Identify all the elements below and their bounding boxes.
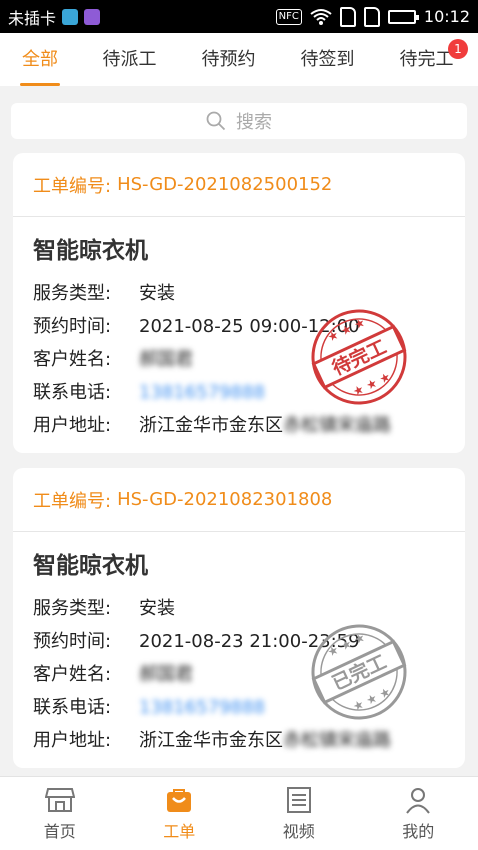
- status-stamp-completed: 已完工 ★ ★ ★ ★ ★ ★: [311, 624, 407, 720]
- tab-pending-dispatch[interactable]: 待派工: [80, 33, 179, 86]
- address-row: 用户地址: 浙江金华市金东区赤松镇宋庙路: [33, 730, 391, 751]
- clock: 10:12: [423, 7, 470, 26]
- tab-pending-appointment[interactable]: 待预约: [179, 33, 278, 86]
- service-type-row: 服务类型: 安装: [33, 598, 175, 619]
- app-notification-icon: [84, 8, 101, 25]
- service-type-row: 服务类型: 安装: [33, 283, 175, 304]
- nfc-icon: NFC: [275, 8, 302, 25]
- bottom-navigation: 首页 工单 视频 我的: [0, 776, 478, 850]
- order-number: HS-GD-2021082301808: [117, 489, 333, 510]
- document-icon: [286, 786, 311, 813]
- app-notification-icon: [62, 8, 79, 25]
- nav-work-orders[interactable]: 工单: [120, 777, 240, 850]
- search-input[interactable]: 搜索: [11, 103, 467, 139]
- search-placeholder: 搜索: [236, 112, 272, 133]
- count-badge: 1: [448, 39, 468, 59]
- tab-pending-checkin[interactable]: 待签到: [278, 33, 377, 86]
- battery-icon: [387, 9, 419, 24]
- sim-slot-1-icon: [339, 6, 356, 27]
- store-icon: [44, 787, 75, 812]
- person-icon: [406, 787, 431, 814]
- order-number-row: 工单编号: HS-GD-2021082301808: [13, 468, 465, 532]
- search-icon: [206, 111, 226, 131]
- nav-mine[interactable]: 我的: [359, 777, 478, 850]
- order-number: HS-GD-2021082500152: [117, 174, 333, 195]
- status-stamp-pending: 待完工 ★ ★ ★ ★ ★ ★: [311, 309, 407, 405]
- order-status-tabs: 全部 待派工 待预约 待签到 待完工 1: [0, 33, 478, 86]
- tab-pending-completion[interactable]: 待完工 1: [377, 33, 476, 86]
- bag-icon: [167, 788, 192, 812]
- order-number-row: 工单编号: HS-GD-2021082500152: [13, 153, 465, 217]
- carrier-label: 未插卡: [8, 8, 57, 28]
- work-order-card[interactable]: 工单编号: HS-GD-2021082301808 智能晾衣机 服务类型: 安装 …: [13, 468, 465, 768]
- product-name: 智能晾衣机: [33, 238, 148, 264]
- nav-video[interactable]: 视频: [239, 777, 359, 850]
- work-order-card[interactable]: 工单编号: HS-GD-2021082500152 智能晾衣机 服务类型: 安装 …: [13, 153, 465, 453]
- nav-home[interactable]: 首页: [0, 777, 120, 850]
- product-name: 智能晾衣机: [33, 553, 148, 579]
- tab-all[interactable]: 全部: [0, 33, 80, 86]
- address-row: 用户地址: 浙江金华市金东区赤松镇宋庙路: [33, 415, 391, 436]
- phone-link: 13816579888: [139, 382, 265, 403]
- phone-link: 13816579888: [139, 697, 265, 718]
- sim-slot-2-icon: [363, 6, 380, 27]
- wifi-icon: [310, 8, 332, 25]
- status-bar: 未插卡 NFC 10:12: [0, 0, 478, 33]
